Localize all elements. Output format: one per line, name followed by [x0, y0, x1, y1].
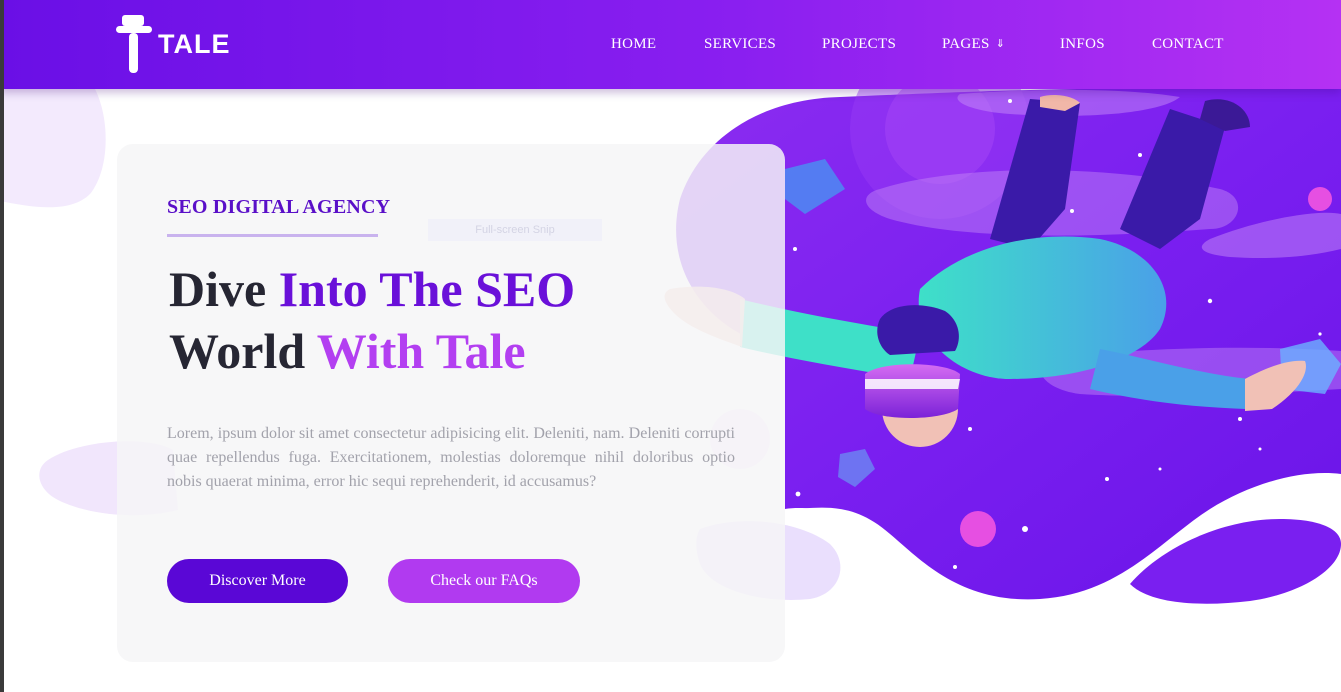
check-faqs-button[interactable]: Check our FAQs: [388, 559, 580, 603]
eyebrow-underline: [167, 234, 378, 237]
main-nav: HOME SERVICES PROJECTS PAGES ⇓ INFOS CONT…: [0, 36, 1341, 56]
hero-title: Dive Into The SEO World With Tale: [169, 258, 575, 382]
nav-pages[interactable]: PAGES ⇓: [942, 36, 1005, 53]
hero-title-part: World: [169, 323, 317, 379]
nav-services[interactable]: SERVICES: [704, 36, 776, 53]
nav-infos[interactable]: INFOS: [1060, 36, 1105, 53]
discover-more-button[interactable]: Discover More: [167, 559, 348, 603]
hero-title-part: Dive: [169, 261, 279, 317]
nav-home[interactable]: HOME: [611, 36, 656, 53]
hero-description: Lorem, ipsum dolor sit amet consectetur …: [167, 425, 735, 490]
background-blob: [0, 89, 106, 208]
nav-projects[interactable]: PROJECTS: [822, 36, 896, 53]
hero-title-highlight: Into The SEO: [278, 261, 576, 317]
nav-pages-label: PAGES: [942, 36, 990, 52]
nav-contact[interactable]: CONTACT: [1152, 36, 1224, 53]
top-navbar: TALE HOME SERVICES PROJECTS PAGES ⇓ INFOS…: [0, 0, 1341, 89]
snip-overlay-label: Full-screen Snip: [428, 219, 602, 241]
double-chevron-down-icon: ⇓: [995, 38, 1006, 50]
hero-eyebrow: SEO DIGITAL AGENCY: [167, 196, 391, 218]
hero-title-highlight: With Tale: [316, 323, 526, 379]
window-edge: [0, 0, 4, 692]
